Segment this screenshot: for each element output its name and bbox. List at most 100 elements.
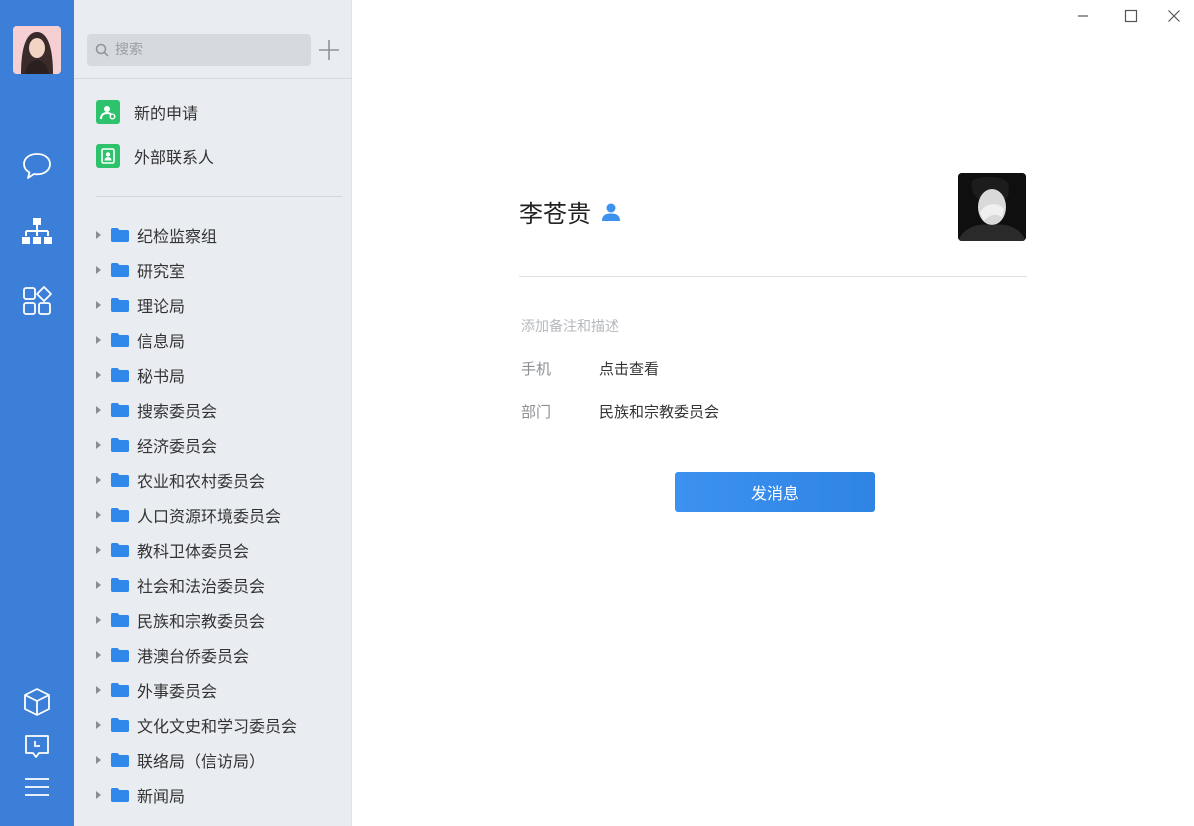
expand-caret-icon[interactable] xyxy=(96,580,101,589)
profile-photo[interactable] xyxy=(958,173,1026,241)
remark-input[interactable]: 添加备注和描述 xyxy=(521,316,619,336)
chat-icon[interactable] xyxy=(19,148,55,184)
folder-icon xyxy=(111,332,129,347)
folder-icon xyxy=(111,507,129,522)
section-divider xyxy=(96,196,342,197)
department-name: 民族和宗教委员会 xyxy=(137,611,266,631)
department-item[interactable]: 教科卫体委员会 xyxy=(74,532,352,567)
department-name: 农业和农村委员会 xyxy=(137,471,266,491)
avatar-image xyxy=(13,26,61,74)
department-item[interactable]: 搜索委员会 xyxy=(74,392,352,427)
send-message-button[interactable]: 发消息 xyxy=(675,472,875,512)
department-name: 信息局 xyxy=(137,331,186,351)
folder-icon xyxy=(111,577,129,592)
department-item[interactable]: 秘书局 xyxy=(74,357,352,392)
new-request-item[interactable]: 新的申请 xyxy=(96,99,198,125)
expand-caret-icon[interactable] xyxy=(96,615,101,624)
expand-caret-icon[interactable] xyxy=(96,650,101,659)
expand-caret-icon[interactable] xyxy=(96,335,101,344)
minimize-icon[interactable] xyxy=(1071,6,1095,26)
close-icon[interactable] xyxy=(1162,6,1186,26)
department-name: 文化文史和学习委员会 xyxy=(137,716,298,736)
folder-icon xyxy=(111,787,129,802)
folder-icon xyxy=(111,367,129,382)
menu-icon[interactable] xyxy=(19,769,55,805)
department-item[interactable]: 港澳台侨委员会 xyxy=(74,637,352,672)
cube-icon[interactable] xyxy=(19,684,55,720)
department-name: 社会和法治委员会 xyxy=(137,576,266,596)
department-item[interactable]: 理论局 xyxy=(74,287,352,322)
department-name: 新闻局 xyxy=(137,786,186,806)
folder-icon xyxy=(111,402,129,417)
folder-icon xyxy=(111,437,129,452)
department-item[interactable]: 人口资源环境委员会 xyxy=(74,497,352,532)
folder-icon xyxy=(111,717,129,732)
expand-caret-icon[interactable] xyxy=(96,720,101,729)
profile-photo-image xyxy=(958,173,1026,241)
department-item[interactable]: 联络局（信访局） xyxy=(74,742,352,777)
profile-name-row: 李苍贵 xyxy=(519,194,621,229)
phone-view-link[interactable]: 点击查看 xyxy=(599,358,659,379)
expand-caret-icon[interactable] xyxy=(96,370,101,379)
department-item[interactable]: 信息局 xyxy=(74,322,352,357)
folder-icon xyxy=(111,542,129,557)
contacts-panel: 新的申请 外部联系人 纪检监察组研究室理论局信息局秘书局搜索委员会经济委员会农业… xyxy=(74,0,352,826)
department-item[interactable]: 农业和农村委员会 xyxy=(74,462,352,497)
expand-caret-icon[interactable] xyxy=(96,405,101,414)
department-name: 搜索委员会 xyxy=(137,401,218,421)
panel-divider xyxy=(74,78,352,79)
apps-icon[interactable] xyxy=(19,283,55,319)
external-contact-item[interactable]: 外部联系人 xyxy=(96,143,214,169)
department-value: 民族和宗教委员会 xyxy=(599,403,720,421)
schedule-icon[interactable] xyxy=(19,729,55,765)
expand-caret-icon[interactable] xyxy=(96,510,101,519)
expand-caret-icon[interactable] xyxy=(96,545,101,554)
folder-icon xyxy=(111,297,129,312)
new-request-icon xyxy=(96,100,120,124)
expand-caret-icon[interactable] xyxy=(96,790,101,799)
folder-icon xyxy=(111,262,129,277)
search-icon xyxy=(95,43,109,57)
expand-caret-icon[interactable] xyxy=(96,265,101,274)
folder-icon xyxy=(111,647,129,662)
department-row: 部门 民族和宗教委员会 xyxy=(521,401,719,422)
external-contact-label: 外部联系人 xyxy=(134,148,215,167)
expand-caret-icon[interactable] xyxy=(96,300,101,309)
nav-rail xyxy=(0,0,74,826)
department-name: 人口资源环境委员会 xyxy=(137,506,282,526)
department-name: 经济委员会 xyxy=(137,436,218,456)
department-name: 外事委员会 xyxy=(137,681,218,701)
department-item[interactable]: 纪检监察组 xyxy=(74,217,352,252)
maximize-icon[interactable] xyxy=(1119,6,1143,26)
profile-name: 李苍贵 xyxy=(519,200,591,228)
department-item[interactable]: 研究室 xyxy=(74,252,352,287)
person-icon xyxy=(602,203,620,221)
department-name: 秘书局 xyxy=(137,366,186,386)
new-request-label: 新的申请 xyxy=(134,104,199,123)
search-box[interactable] xyxy=(87,34,311,66)
department-label: 部门 xyxy=(521,403,552,421)
phone-label: 手机 xyxy=(521,360,552,378)
org-chart-icon[interactable] xyxy=(19,214,55,250)
department-item[interactable]: 新闻局 xyxy=(74,777,352,812)
department-name: 联络局（信访局） xyxy=(137,751,266,771)
profile-divider xyxy=(519,276,1027,277)
user-avatar[interactable] xyxy=(13,26,61,74)
expand-caret-icon[interactable] xyxy=(96,685,101,694)
expand-caret-icon[interactable] xyxy=(96,475,101,484)
department-item[interactable]: 经济委员会 xyxy=(74,427,352,462)
department-item[interactable]: 外事委员会 xyxy=(74,672,352,707)
expand-caret-icon[interactable] xyxy=(96,230,101,239)
department-item[interactable]: 文化文史和学习委员会 xyxy=(74,707,352,742)
expand-caret-icon[interactable] xyxy=(96,440,101,449)
expand-caret-icon[interactable] xyxy=(96,755,101,764)
folder-icon xyxy=(111,752,129,767)
department-item[interactable]: 民族和宗教委员会 xyxy=(74,602,352,637)
department-name: 港澳台侨委员会 xyxy=(137,646,250,666)
department-item[interactable]: 社会和法治委员会 xyxy=(74,567,352,602)
folder-icon xyxy=(111,612,129,627)
phone-row: 手机 点击查看 xyxy=(521,358,659,379)
search-input[interactable] xyxy=(115,42,295,58)
department-name: 教科卫体委员会 xyxy=(137,541,250,561)
add-icon[interactable] xyxy=(317,38,341,62)
